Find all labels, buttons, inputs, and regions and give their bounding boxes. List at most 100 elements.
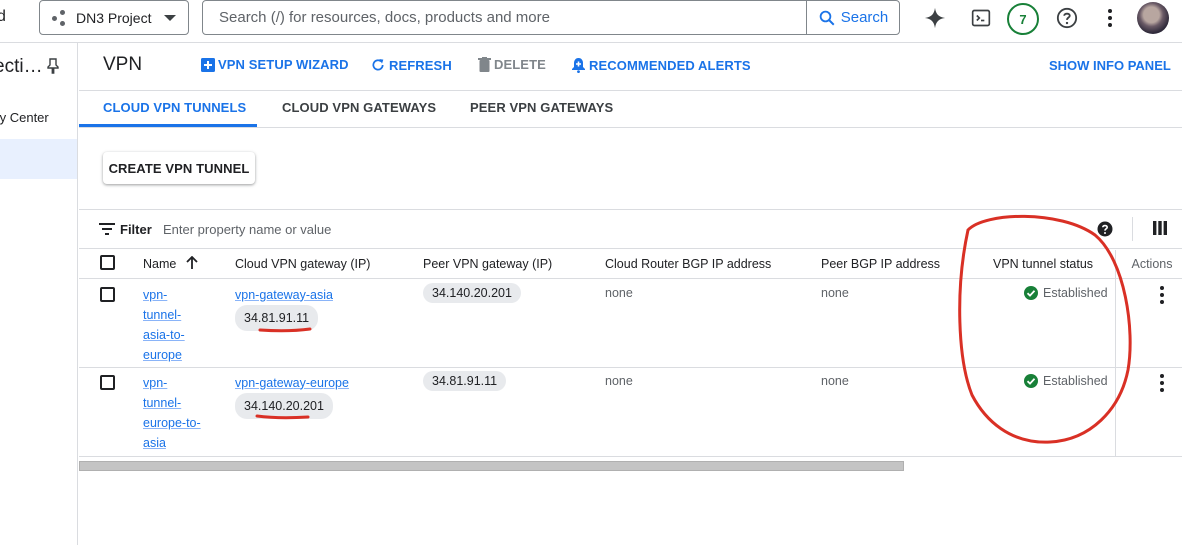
recommended-alerts-button[interactable]: RECOMMENDED ALERTS	[571, 57, 751, 73]
more-vert-icon	[1108, 9, 1112, 27]
row-actions-cell	[1114, 278, 1182, 368]
select-all-checkbox[interactable]	[100, 254, 115, 270]
product-name-fragment: d	[0, 8, 6, 25]
gateway-ip-chip: 34.140.20.201	[235, 392, 333, 419]
terminal-icon	[971, 9, 991, 27]
more-vert-icon[interactable]	[1159, 285, 1164, 304]
header-divider	[79, 90, 1182, 91]
cloud-gateway-cell: vpn-gateway-asia 34.81.91.11	[235, 278, 423, 368]
peer-gateway-cell: 34.81.91.11	[423, 367, 605, 457]
recommended-alerts-label: RECOMMENDED ALERTS	[589, 57, 751, 73]
check-circle-icon	[1024, 285, 1038, 300]
status-badge: Established	[1024, 285, 1115, 300]
vpn-setup-wizard-label: VPN SETUP WIZARD	[218, 57, 349, 72]
filter-label: Filter	[120, 222, 152, 237]
status-text: Established	[1043, 373, 1108, 388]
status-text: Established	[1043, 285, 1108, 300]
help-icon[interactable]	[1097, 221, 1113, 237]
table-row: vpn-tunnel-europe-to-asia vpn-gateway-eu…	[79, 367, 1182, 457]
column-header-peer-bgp: Peer BGP IP address	[821, 250, 993, 279]
row-checkbox[interactable]	[100, 374, 115, 390]
column-header-status: VPN tunnel status	[993, 250, 1115, 279]
status-cell: Established	[993, 278, 1115, 368]
vpn-tunnels-table: Name Cloud VPN gateway (IP) Peer VPN gat…	[79, 250, 1182, 457]
nav-item-selected[interactable]	[0, 139, 77, 179]
row-select-cell	[79, 278, 128, 368]
left-nav: ecti… ty Center	[0, 42, 78, 545]
tab-cloud-vpn-tunnels[interactable]: CLOUD VPN TUNNELS	[103, 100, 246, 115]
nav-title: ecti…	[0, 56, 43, 77]
search-input[interactable]: Search (/) for resources, docs, products…	[203, 9, 806, 26]
gemini-button[interactable]	[920, 3, 950, 33]
pin-icon[interactable]	[46, 58, 60, 79]
tab-peer-vpn-gateways[interactable]: PEER VPN GATEWAYS	[470, 100, 613, 115]
page-title: VPN	[103, 54, 143, 75]
add-box-icon	[201, 57, 215, 72]
tunnel-name-link[interactable]: vpn-tunnel-europe-to-asia	[143, 376, 201, 450]
sparkle-icon	[924, 7, 946, 29]
alert-bell-icon	[572, 58, 585, 73]
row-select-cell	[79, 367, 128, 457]
peer-bgp-cell: none	[821, 278, 993, 368]
filter-icon	[99, 223, 115, 235]
column-display-icon[interactable]	[1153, 221, 1167, 235]
filter-separator	[1132, 217, 1133, 241]
router-bgp-cell: none	[605, 278, 821, 368]
nav-item-security-center[interactable]: ty Center	[0, 110, 49, 125]
project-name: DN3 Project	[76, 9, 152, 26]
column-header-cloud-gateway: Cloud VPN gateway (IP)	[235, 250, 423, 279]
help-icon	[1056, 7, 1078, 29]
top-bar: d DN3 Project Search (/) for resources, …	[0, 0, 1182, 36]
project-icon	[52, 9, 70, 27]
tunnel-name-link[interactable]: vpn-tunnel-asia-to-europe	[143, 288, 185, 362]
more-vert-icon[interactable]	[1159, 373, 1164, 392]
gateway-link[interactable]: vpn-gateway-europe	[235, 376, 349, 390]
peer-bgp-cell: none	[821, 367, 993, 457]
select-all-cell	[79, 250, 128, 279]
refresh-icon	[372, 59, 384, 71]
delete-button[interactable]: DELETE	[478, 57, 546, 72]
peer-ip-chip: 34.81.91.11	[423, 370, 507, 391]
tunnel-name-cell: vpn-tunnel-europe-to-asia	[128, 367, 235, 457]
trash-icon	[478, 57, 491, 72]
chevron-down-icon	[164, 15, 176, 21]
cloud-shell-button[interactable]	[966, 3, 996, 33]
column-name-label: Name	[143, 257, 177, 272]
show-info-panel-button[interactable]: SHOW INFO PANEL	[1049, 58, 1171, 73]
filter-input[interactable]: Enter property name or value	[163, 222, 331, 237]
search-button[interactable]: Search	[806, 1, 899, 34]
row-actions-cell	[1114, 367, 1182, 457]
search-button-label: Search	[840, 9, 889, 26]
project-picker[interactable]: DN3 Project	[39, 0, 189, 35]
vpn-setup-wizard-button[interactable]: VPN SETUP WIZARD	[201, 57, 349, 72]
tunnel-name-cell: vpn-tunnel-asia-to-europe	[128, 278, 235, 368]
create-vpn-tunnel-button[interactable]: CREATE VPN TUNNEL	[103, 152, 255, 184]
router-bgp-cell: none	[605, 367, 821, 457]
column-header-router-bgp: Cloud Router BGP IP address	[605, 250, 821, 279]
table-header-row: Name Cloud VPN gateway (IP) Peer VPN gat…	[79, 250, 1182, 279]
table-row: vpn-tunnel-asia-to-europe vpn-gateway-as…	[79, 278, 1182, 368]
cloud-gateway-cell: vpn-gateway-europe 34.140.20.201	[235, 367, 423, 457]
delete-label: DELETE	[494, 57, 546, 72]
horizontal-scrollbar[interactable]	[79, 461, 904, 471]
row-checkbox[interactable]	[100, 286, 115, 302]
tabs-divider	[79, 127, 1182, 128]
search-bar[interactable]: Search (/) for resources, docs, products…	[202, 0, 900, 35]
help-button[interactable]	[1052, 3, 1082, 33]
gateway-ip-chip: 34.81.91.11	[235, 304, 319, 331]
filter-bar: Filter Enter property name or value	[79, 209, 1182, 249]
status-cell: Established	[993, 367, 1115, 457]
tab-cloud-vpn-gateways[interactable]: CLOUD VPN GATEWAYS	[282, 100, 436, 115]
notifications-badge[interactable]: 7	[1007, 3, 1039, 35]
top-divider	[0, 42, 1182, 43]
avatar[interactable]	[1137, 2, 1169, 34]
column-header-name[interactable]: Name	[128, 250, 235, 279]
peer-ip-chip: 34.140.20.201	[423, 282, 521, 303]
check-circle-icon	[1024, 373, 1038, 388]
more-options-button[interactable]	[1095, 3, 1125, 33]
peer-gateway-cell: 34.140.20.201	[423, 278, 605, 368]
arrow-up-icon	[186, 255, 198, 270]
refresh-button[interactable]: REFRESH	[370, 57, 452, 73]
gateway-link[interactable]: vpn-gateway-asia	[235, 288, 333, 302]
status-badge: Established	[1024, 373, 1115, 388]
